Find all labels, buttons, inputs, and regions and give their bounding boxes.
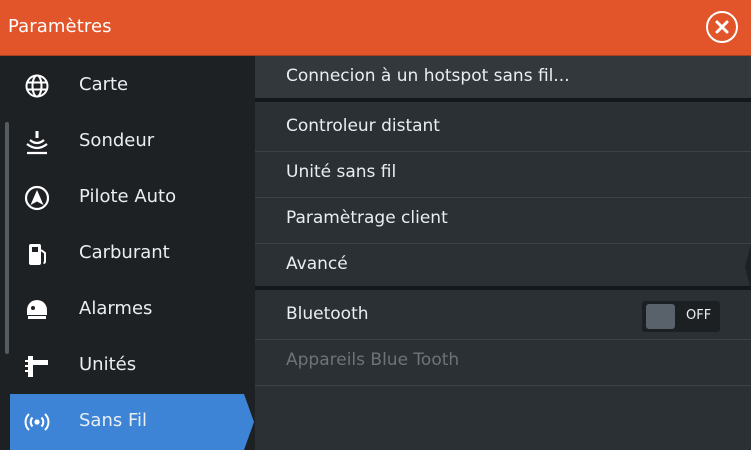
wireless-icon: [24, 413, 50, 431]
sidebar-item-label: Sondeur: [79, 130, 155, 151]
toggle-knob: [646, 304, 675, 329]
list-item-label: Appareils Blue Tooth: [286, 350, 460, 370]
sidebar-item-pilote-auto[interactable]: Pilote Auto: [14, 170, 240, 226]
bluetooth-toggle[interactable]: OFF: [642, 301, 720, 332]
units-icon: [25, 356, 48, 377]
list-item-label: Unité sans fil: [286, 162, 397, 182]
list-item-hotspot[interactable]: Connecion à un hotspot sans fil...: [255, 56, 751, 102]
sidebar: Carte Sondeur Pilote Auto Carburant Alar…: [0, 56, 255, 450]
autopilot-icon: [24, 185, 50, 211]
close-icon: [715, 20, 729, 34]
sidebar-item-label: Alarmes: [79, 298, 153, 319]
submenu-notch: [745, 244, 751, 290]
alarm-icon: [27, 300, 47, 319]
list-item-label: Controleur distant: [286, 116, 440, 136]
sidebar-scrollbar[interactable]: [5, 122, 9, 354]
sidebar-item-alarmes[interactable]: Alarmes: [14, 282, 240, 338]
list-item-label: Avancé: [286, 254, 348, 274]
close-button[interactable]: [706, 11, 738, 43]
list-item-bluetooth-devices: Appareils Blue Tooth: [255, 340, 751, 386]
list-item-wireless-unit[interactable]: Unité sans fil: [255, 152, 751, 198]
sidebar-item-carte[interactable]: Carte: [14, 58, 240, 114]
sidebar-item-label: Sans Fil: [79, 410, 148, 431]
sidebar-item-label: Carburant: [79, 242, 170, 263]
list-item-bluetooth[interactable]: Bluetooth OFF: [255, 294, 751, 340]
sidebar-item-label: Carte: [79, 74, 129, 95]
sidebar-item-sondeur[interactable]: Sondeur: [14, 114, 240, 170]
list-item-client-setup[interactable]: Paramètrage client: [255, 198, 751, 244]
sidebar-item-label: Unités: [79, 354, 137, 375]
sidebar-item-carburant[interactable]: Carburant: [14, 226, 240, 282]
list-item-label: Connecion à un hotspot sans fil...: [286, 66, 570, 86]
sidebar-item-sans-fil[interactable]: Sans Fil: [10, 394, 254, 450]
sidebar-item-label: Pilote Auto: [79, 186, 177, 207]
list-item-advanced[interactable]: Avancé: [255, 244, 751, 290]
globe-icon: [25, 74, 49, 98]
list-item-label: Paramètrage client: [286, 208, 448, 228]
window-title: Paramètres: [8, 16, 112, 37]
list-item-remote-controller[interactable]: Controleur distant: [255, 106, 751, 152]
sidebar-item-unites[interactable]: Unités: [14, 338, 240, 394]
list-item-label: Bluetooth: [286, 304, 369, 324]
fuel-pump-icon: [29, 244, 46, 265]
sonar-icon: [26, 131, 48, 155]
settings-panel: Connecion à un hotspot sans fil... Contr…: [255, 56, 751, 450]
toggle-state-label: OFF: [686, 308, 712, 323]
title-bar: Paramètres: [0, 0, 751, 56]
